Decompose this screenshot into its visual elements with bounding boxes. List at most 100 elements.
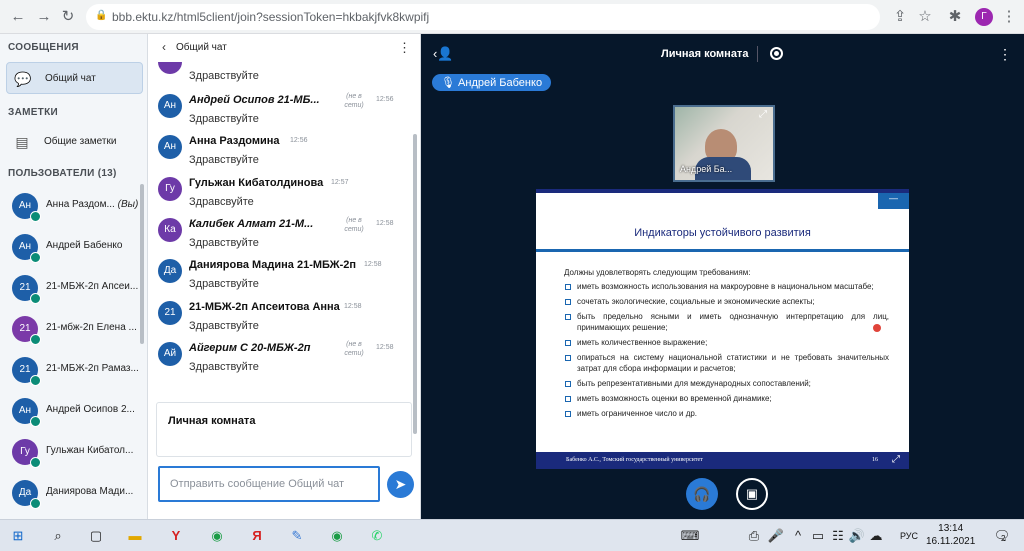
- chat-title: Общий чат: [176, 42, 227, 53]
- send-button[interactable]: ➤: [387, 471, 414, 498]
- chat-input[interactable]: Отправить сообщение Общий чат: [158, 466, 380, 502]
- private-room-box[interactable]: Личная комната: [156, 402, 412, 457]
- options-icon[interactable]: ⋮: [998, 46, 1012, 63]
- sidebar-scrollbar[interactable]: [140, 184, 144, 344]
- status-icon: [30, 375, 41, 386]
- presentation-slide: — Индикаторы устойчивого развития Должны…: [536, 189, 909, 469]
- extensions-icon[interactable]: ✱: [945, 7, 965, 27]
- yandex-browser-icon[interactable]: Я: [247, 526, 267, 546]
- profile-avatar[interactable]: Г: [975, 8, 993, 26]
- notes-icon: ▤: [15, 134, 29, 150]
- clock[interactable]: 13:14 16.11.2021: [926, 522, 975, 548]
- avatar: 21: [12, 316, 41, 345]
- paint-icon[interactable]: ✎: [287, 526, 307, 546]
- slide-body: Должны удовлетворять следующим требовани…: [564, 267, 889, 423]
- message-author: Андрей Осипов 21-МБ...: [189, 94, 320, 106]
- chrome-icon[interactable]: ◉: [207, 526, 227, 546]
- chat-message: Ай Айгерим С 20-МБЖ-2п (не в сети) 12:58 Здр…: [158, 340, 413, 380]
- chat-options-icon[interactable]: ⋮: [398, 40, 411, 56]
- webcam-video[interactable]: Андрей Ба... ⤢: [673, 105, 775, 182]
- user-list-item[interactable]: Ан Андрей Осипов 2...: [8, 394, 142, 430]
- status-icon: [30, 211, 41, 222]
- room-title: Личная комната: [661, 48, 749, 60]
- bookmark-star-icon[interactable]: ☆: [915, 7, 935, 27]
- slide-page-number: 16: [872, 457, 878, 463]
- search-icon[interactable]: ⌕: [48, 526, 68, 546]
- offline-label: (не в сети): [344, 93, 364, 109]
- shared-notes-item[interactable]: ▤ Общие заметки: [6, 126, 143, 158]
- user-list-item[interactable]: Гу Гульжан Кибатол...: [8, 435, 142, 471]
- headphones-icon: 🎧: [693, 486, 711, 502]
- message-author: Анна Раздомина: [189, 135, 280, 148]
- status-icon: [30, 416, 41, 427]
- file-explorer-icon[interactable]: ▬: [125, 526, 145, 546]
- user-list-item[interactable]: Ан Анна Раздом... (Вы): [8, 189, 142, 225]
- share-icon[interactable]: ⇪: [890, 7, 910, 27]
- users-toggle-icon[interactable]: ‹👤: [433, 46, 454, 62]
- user-list-item[interactable]: 21 21-МБЖ-2п Апсеи...: [8, 271, 142, 307]
- webcam-label: Андрей Ба...: [680, 164, 733, 174]
- avatar: Да: [12, 480, 41, 509]
- tray-icon[interactable]: ⎙: [744, 526, 764, 546]
- notes-header: ЗАМЕТКИ: [8, 107, 58, 118]
- presenter-badge: 🎙 Андрей Бабенко: [432, 74, 552, 91]
- chrome-profile-icon[interactable]: ◉: [327, 526, 347, 546]
- avatar: Да: [158, 259, 182, 284]
- slide-intro: Должны удовлетворять следующим требовани…: [564, 268, 751, 277]
- message-author: Айгерим С 20-МБЖ-2п: [189, 341, 311, 354]
- chat-panel: ‹ Общий чат ⋮ Здравствуйте Ан Андрей Осип…: [148, 34, 421, 519]
- language-indicator[interactable]: РУС: [900, 531, 918, 541]
- user-list-item[interactable]: Да Даниярова Мади...: [8, 476, 142, 512]
- reload-icon[interactable]: ↻: [58, 7, 78, 27]
- address-bar[interactable]: 🔒 bbb.ektu.kz/html5client/join?sessionTo…: [86, 4, 880, 30]
- audio-headphones-button[interactable]: 🎧: [686, 478, 718, 510]
- user-list-item[interactable]: 21 21-МБЖ-2п Рамаз...: [8, 353, 142, 389]
- message-time: 12:57: [331, 178, 349, 186]
- whatsapp-icon[interactable]: ✆: [367, 526, 387, 546]
- chat-header: ‹ Общий чат ⋮: [148, 34, 421, 62]
- volume-icon[interactable]: 🔊: [847, 526, 867, 546]
- private-room-label: Личная комната: [168, 415, 256, 427]
- offline-label: (не в сети): [344, 340, 364, 357]
- avatar: Ан: [12, 398, 41, 427]
- microphone-tray-icon[interactable]: 🎤: [766, 526, 786, 546]
- fullscreen-icon[interactable]: ⤢: [759, 109, 767, 120]
- windows-taskbar: ⊞ ⌕ ▢ ▬ Y ◉ Я ✎ ◉ ✆ ⌨ ⎙ 🎤 ^ ▭ ☷ 🔊 ☁ РУС …: [0, 519, 1024, 551]
- keyboard-icon[interactable]: ⌨: [680, 526, 700, 546]
- camera-off-icon: ▣: [745, 486, 759, 501]
- messages-header: СООБЩЕНИЯ: [8, 42, 79, 53]
- public-chat-item[interactable]: 💬 Общий чат: [6, 62, 143, 94]
- user-list-item[interactable]: 21 21-мбж-2п Елена ...: [8, 312, 142, 348]
- users-header: ПОЛЬЗОВАТЕЛИ (13): [8, 168, 117, 179]
- message-author: Калибек Алмат 21-М...: [189, 217, 314, 230]
- microphone-icon: 🎙: [441, 77, 459, 89]
- slide-bullet: иметь возможность оценки во временной ди…: [564, 393, 889, 404]
- users-sidebar: СООБЩЕНИЯ 💬 Общий чат ЗАМЕТКИ ▤ Общие за…: [0, 34, 148, 519]
- avatar: 21: [12, 357, 41, 386]
- chat-message: Гу Гульжан Кибатолдинова 12:57 Здравсвуйте: [158, 175, 413, 215]
- browser-menu-icon[interactable]: ⋮: [999, 7, 1019, 27]
- chevron-up-icon[interactable]: ^: [788, 526, 808, 546]
- user-name: Даниярова Мади...: [46, 486, 134, 497]
- cloud-icon[interactable]: ☁: [866, 526, 886, 546]
- forward-icon[interactable]: →: [34, 7, 54, 27]
- back-icon[interactable]: ←: [8, 7, 28, 27]
- chat-scrollbar[interactable]: [413, 134, 417, 434]
- task-view-icon[interactable]: ▢: [86, 526, 106, 546]
- slide-bullet: иметь количественное выражение;: [564, 337, 889, 348]
- battery-icon[interactable]: ▭: [808, 526, 828, 546]
- yandex-icon[interactable]: Y: [166, 526, 186, 546]
- avatar: Ан: [158, 135, 182, 160]
- network-icon[interactable]: ☷: [828, 526, 848, 546]
- chevron-left-icon[interactable]: ‹: [162, 40, 166, 54]
- slide-title: Индикаторы устойчивого развития: [634, 227, 811, 239]
- user-list-item[interactable]: Ан Андрей Бабенко: [8, 230, 142, 266]
- user-name: 21-МБЖ-2п Апсеи...: [46, 281, 139, 292]
- fullscreen-icon[interactable]: ⤢: [892, 454, 900, 465]
- record-icon[interactable]: [770, 47, 783, 60]
- windows-start-icon[interactable]: ⊞: [8, 526, 28, 546]
- video-off-button[interactable]: ▣: [736, 478, 768, 510]
- minimize-icon[interactable]: —: [878, 193, 909, 209]
- user-name: Андрей Бабенко: [46, 240, 123, 251]
- slide-bullet: иметь ограниченное число и др.: [564, 408, 889, 419]
